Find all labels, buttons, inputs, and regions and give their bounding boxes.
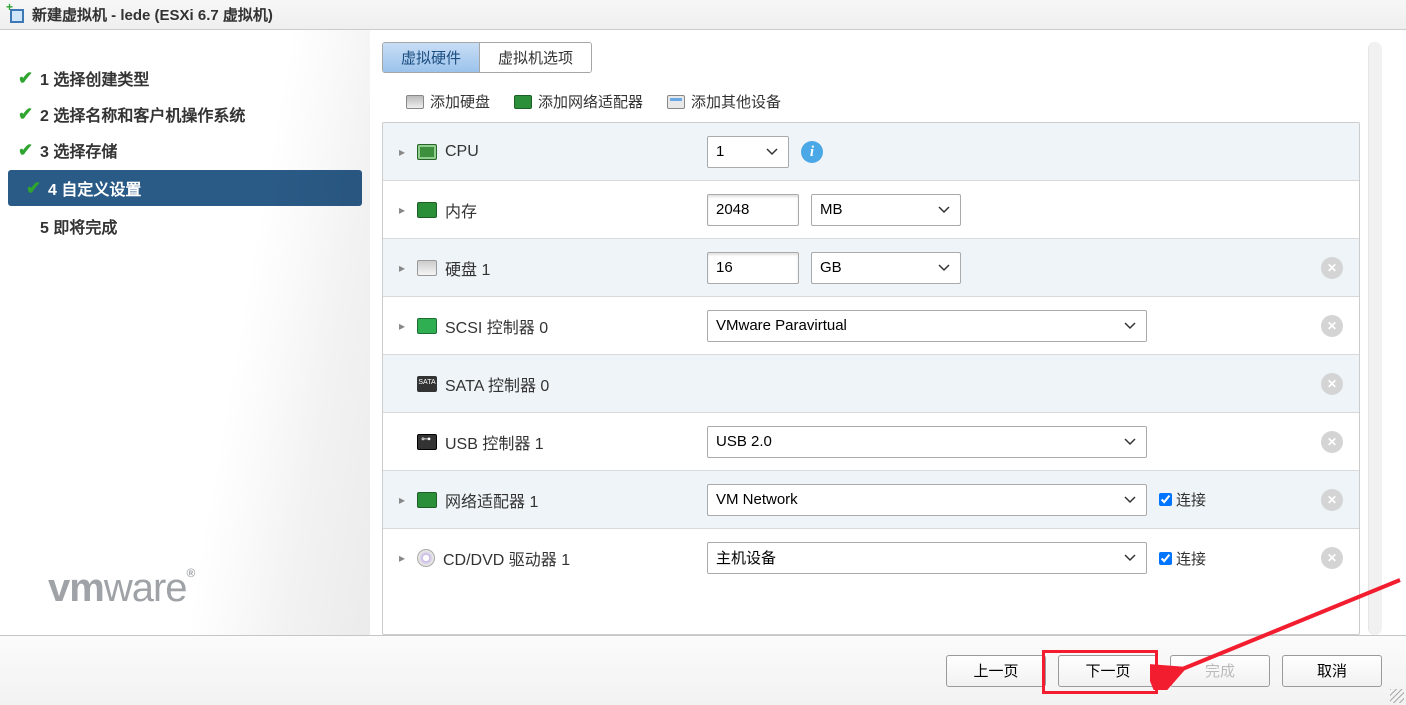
resize-handle[interactable] (1390, 689, 1404, 703)
new-vm-icon (8, 6, 26, 24)
add-hard-disk[interactable]: 添加硬盘 (406, 91, 490, 112)
cpu-count-select[interactable]: 1 (707, 136, 789, 168)
wizard-step-2[interactable]: ✔ 2 选择名称和客户机操作系统 (0, 96, 370, 132)
wizard-step-5[interactable]: 5 即将完成 (0, 208, 370, 244)
nic-icon (417, 492, 437, 508)
finish-button: 完成 (1170, 655, 1270, 687)
nic-connect[interactable]: 连接 (1159, 489, 1206, 510)
harddisk-size-input[interactable] (707, 252, 799, 284)
expand-icon[interactable]: ▸ (399, 203, 409, 217)
cd-connect[interactable]: 连接 (1159, 548, 1206, 569)
scrollbar[interactable] (1368, 42, 1382, 635)
row-nic-1: ▸ 网络适配器 1 VM Network 连接 (383, 471, 1359, 529)
sata-icon: SATA (417, 376, 437, 392)
scsi-label: SCSI 控制器 0 (445, 314, 548, 338)
cd-source-select[interactable]: 主机设备 (707, 542, 1147, 574)
usb-label: USB 控制器 1 (445, 430, 544, 454)
row-usb-1: ▸USB 控制器 1 USB 2.0 (383, 413, 1359, 471)
next-button[interactable]: 下一页 (1058, 655, 1158, 687)
memory-unit-select[interactable]: MB (811, 194, 961, 226)
expand-icon[interactable]: ▸ (399, 551, 409, 565)
nic-connect-checkbox[interactable] (1159, 493, 1172, 506)
memory-label: 内存 (445, 198, 477, 222)
wizard-nav: ✔ 1 选择创建类型 ✔ 2 选择名称和客户机操作系统 ✔ 3 选择存储 ✔ 4… (0, 30, 370, 635)
row-harddisk-1: ▸ 硬盘 1 GB (383, 239, 1359, 297)
wizard-step-4[interactable]: ✔ 4 自定义设置 (8, 170, 362, 206)
wizard-step-1[interactable]: ✔ 1 选择创建类型 (0, 60, 370, 96)
window-title: 新建虚拟机 - lede (ESXi 6.7 虚拟机) (32, 4, 273, 25)
check-icon: ✔ (26, 178, 48, 199)
check-icon: ✔ (18, 140, 40, 161)
check-icon: ✔ (18, 104, 40, 125)
sata-label: SATA 控制器 0 (445, 372, 549, 396)
remove-icon[interactable] (1321, 547, 1343, 569)
cancel-button[interactable]: 取消 (1282, 655, 1382, 687)
add-other-device[interactable]: 添加其他设备 (667, 91, 781, 112)
harddisk-icon (406, 95, 424, 109)
hardware-table: ▸ CPU 1 i ▸ 内存 MB ▸ 硬盘 1 (382, 122, 1360, 635)
harddisk-unit-select[interactable]: GB (811, 252, 961, 284)
expand-icon[interactable]: ▸ (399, 261, 409, 275)
back-button[interactable]: 上一页 (946, 655, 1046, 687)
remove-icon[interactable] (1321, 489, 1343, 511)
row-memory: ▸ 内存 MB (383, 181, 1359, 239)
memory-icon (417, 202, 437, 218)
device-icon (667, 95, 685, 109)
nic-icon (514, 95, 532, 109)
info-icon[interactable]: i (801, 141, 823, 163)
check-icon: ✔ (18, 68, 40, 89)
tabs: 虚拟硬件 虚拟机选项 (382, 42, 592, 73)
remove-icon[interactable] (1321, 315, 1343, 337)
remove-icon[interactable] (1321, 373, 1343, 395)
cpu-label: CPU (445, 143, 479, 161)
row-cpu: ▸ CPU 1 i (383, 123, 1359, 181)
nic-label: 网络适配器 1 (445, 488, 538, 512)
add-network-adapter[interactable]: 添加网络适配器 (514, 91, 643, 112)
harddisk-label: 硬盘 1 (445, 256, 490, 280)
harddisk-icon (417, 260, 437, 276)
expand-icon[interactable]: ▸ (399, 493, 409, 507)
remove-icon[interactable] (1321, 431, 1343, 453)
titlebar: 新建虚拟机 - lede (ESXi 6.7 虚拟机) (0, 0, 1406, 30)
tab-virtual-hardware[interactable]: 虚拟硬件 (383, 43, 480, 72)
nic-network-select[interactable]: VM Network (707, 484, 1147, 516)
add-hardware-bar: 添加硬盘 添加网络适配器 添加其他设备 (382, 73, 1360, 122)
wizard-footer: 上一页 下一页 完成 取消 (0, 635, 1406, 705)
memory-input[interactable] (707, 194, 799, 226)
cpu-icon (417, 144, 437, 160)
row-cd-1: ▸ CD/DVD 驱动器 1 主机设备 连接 (383, 529, 1359, 587)
scsi-type-select[interactable]: VMware Paravirtual (707, 310, 1147, 342)
row-sata-0: ▸SATASATA 控制器 0 (383, 355, 1359, 413)
tab-vm-options[interactable]: 虚拟机选项 (480, 43, 591, 72)
vmware-logo: vmware® (48, 566, 194, 611)
expand-icon[interactable]: ▸ (399, 319, 409, 333)
expand-icon[interactable]: ▸ (399, 145, 409, 159)
cd-label: CD/DVD 驱动器 1 (443, 546, 570, 570)
remove-icon[interactable] (1321, 257, 1343, 279)
wizard-step-3[interactable]: ✔ 3 选择存储 (0, 132, 370, 168)
scsi-icon (417, 318, 437, 334)
settings-panel: 虚拟硬件 虚拟机选项 添加硬盘 添加网络适配器 添加其他设备 ▸ CPU 1 i (370, 30, 1406, 635)
cd-connect-checkbox[interactable] (1159, 552, 1172, 565)
usb-icon (417, 434, 437, 450)
usb-type-select[interactable]: USB 2.0 (707, 426, 1147, 458)
cd-icon (417, 549, 435, 567)
row-scsi-0: ▸ SCSI 控制器 0 VMware Paravirtual (383, 297, 1359, 355)
